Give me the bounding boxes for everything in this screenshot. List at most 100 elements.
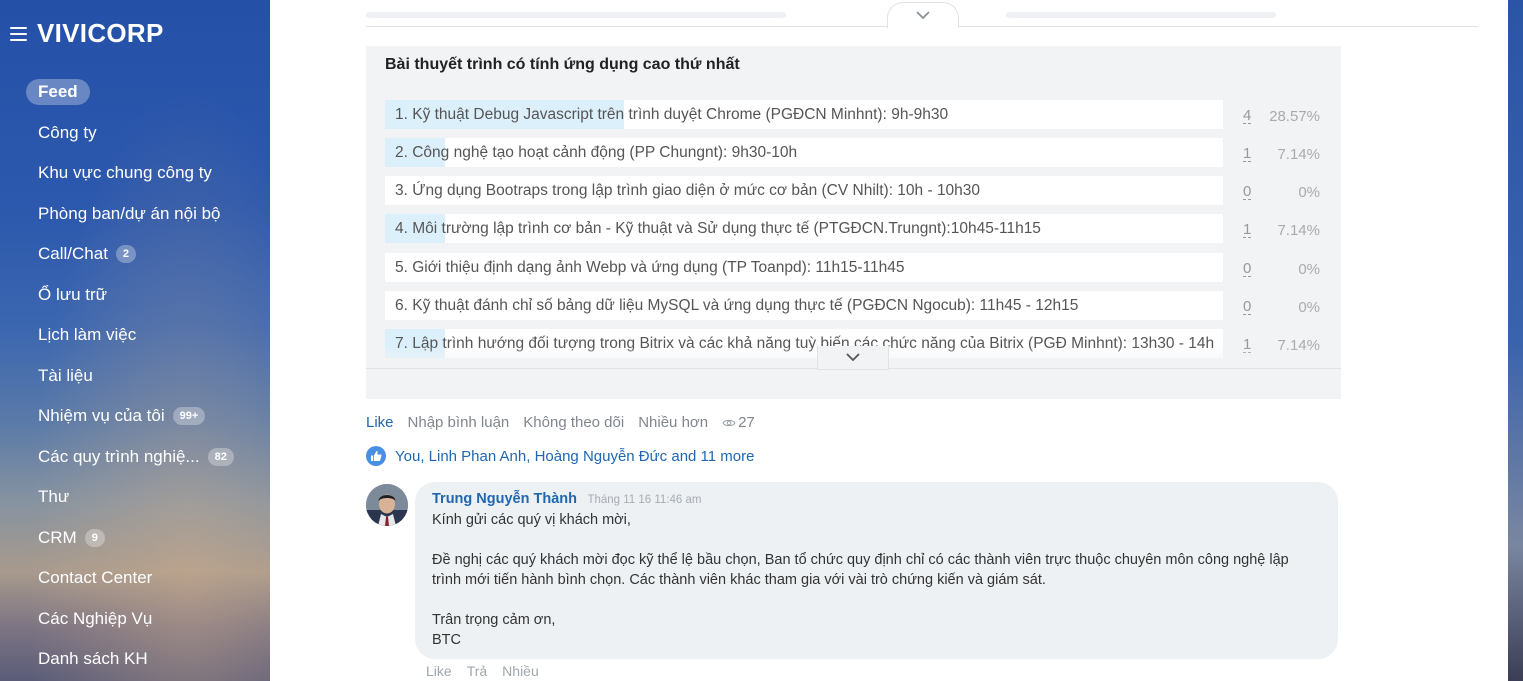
poll-option-bar[interactable]: 1. Kỹ thuật Debug Javascript trên trình … bbox=[385, 100, 1223, 129]
poll-option-bar[interactable]: 7. Lập trình hướng đối tượng trong Bitri… bbox=[385, 329, 1223, 358]
sidebar-item[interactable]: Lịch làm việc bbox=[0, 315, 270, 356]
comment-line: Đề nghị các quý khách mời đọc kỹ thể lệ … bbox=[432, 552, 1289, 568]
poll-option-percent: 28.57% bbox=[1269, 108, 1320, 125]
poll-option-percent: 0% bbox=[1298, 299, 1320, 316]
poll-option-bar[interactable]: 4. Môi trường lập trình cơ bản - Kỹ thuậ… bbox=[385, 214, 1223, 243]
poll-option-count[interactable]: 1 bbox=[1243, 222, 1252, 238]
count-badge: 9 bbox=[84, 528, 105, 547]
thumbs-up-icon bbox=[366, 446, 386, 466]
comment-line: Kính gửi các quý vị khách mời, bbox=[432, 512, 631, 528]
comment-like-button[interactable]: Like bbox=[426, 663, 452, 681]
comment-bubble: Trung Nguyễn Thành Tháng 11 16 11:46 am … bbox=[415, 482, 1338, 659]
poll-option-text: 6. Kỹ thuật đánh chỉ số bảng dữ liệu MyS… bbox=[395, 297, 1079, 314]
expand-post-button[interactable] bbox=[887, 2, 959, 28]
poll-option-text: 1. Kỹ thuật Debug Javascript trên trình … bbox=[395, 106, 949, 123]
poll-option-count[interactable]: 0 bbox=[1243, 261, 1252, 277]
poll-option-count[interactable]: 4 bbox=[1243, 108, 1252, 124]
comment-more-button[interactable]: Nhiều hơn bbox=[502, 663, 539, 681]
sidebar-item-label: Lịch làm việc bbox=[38, 325, 137, 345]
sidebar-item[interactable]: Công ty bbox=[0, 113, 270, 154]
poll-option: 6. Kỹ thuật đánh chỉ số bảng dữ liệu MyS… bbox=[385, 291, 1341, 320]
sidebar-menu: Feed Công ty Khu vực chung công ty Phòng ba… bbox=[0, 72, 270, 680]
sidebar-item-label: Thư bbox=[38, 487, 70, 507]
poll-option-text: 2. Công nghệ tạo hoạt cảnh động (PP Chun… bbox=[395, 144, 798, 161]
poll-option: 1. Kỹ thuật Debug Javascript trên trình … bbox=[385, 100, 1341, 129]
sidebar-item[interactable]: CRM 9 bbox=[0, 518, 270, 559]
sidebar-item-label: CRM bbox=[38, 527, 77, 547]
sidebar-item[interactable]: Các Nghiệp Vụ bbox=[0, 599, 270, 640]
poll-option-text: 5. Giới thiệu định dạng ảnh Webp và ứng … bbox=[395, 259, 905, 276]
sidebar-item[interactable]: Khu vực chung công ty bbox=[0, 153, 270, 194]
comment-line: Trân trọng cảm ơn, bbox=[432, 612, 556, 628]
poll-option-percent: 0% bbox=[1298, 184, 1320, 201]
poll-option-count[interactable]: 0 bbox=[1243, 184, 1252, 200]
comment-reply-button[interactable]: Trả lời bbox=[467, 663, 487, 681]
poll-option: 3. Ứng dụng Bootraps trong lập trình gia… bbox=[385, 176, 1341, 205]
comment-line bbox=[432, 590, 1321, 610]
count-badge: 99+ bbox=[172, 407, 206, 426]
brand-name[interactable]: VIVICORP bbox=[37, 18, 164, 49]
sidebar-item[interactable]: Phòng ban/dự án nội bộ bbox=[0, 194, 270, 235]
sidebar-item[interactable]: Các quy trình nghiệ... 82 bbox=[0, 437, 270, 478]
sidebar: VIVICORP Feed Công ty Khu vực chung công t… bbox=[0, 0, 270, 681]
likes-text[interactable]: You, Linh Phan Anh, Hoàng Nguyễn Đức and… bbox=[395, 448, 754, 465]
sidebar-item[interactable]: Thư bbox=[0, 477, 270, 518]
poll-options: 1. Kỹ thuật Debug Javascript trên trình … bbox=[385, 100, 1341, 363]
brand: VIVICORP bbox=[10, 18, 164, 49]
poll-title: Bài thuyết trình có tính ứng dụng cao th… bbox=[385, 56, 740, 73]
comment-body: Kính gửi các quý vị khách mời, Đề nghị cá… bbox=[432, 510, 1321, 650]
poll-option-count[interactable]: 0 bbox=[1243, 299, 1252, 315]
sidebar-item-label: Danh sách KH bbox=[38, 649, 148, 669]
sidebar-item-label: Các Nghiệp Vụ bbox=[38, 608, 153, 628]
comment-line: BTC bbox=[432, 632, 461, 648]
poll-option-bar[interactable]: 5. Giới thiệu định dạng ảnh Webp và ứng … bbox=[385, 253, 1223, 282]
count-badge: 82 bbox=[207, 447, 234, 466]
poll-option-count[interactable]: 1 bbox=[1243, 146, 1252, 162]
comment-timestamp: Tháng 11 16 11:46 am bbox=[587, 494, 702, 506]
poll-option-bar[interactable]: 2. Công nghệ tạo hoạt cảnh động (PP Chun… bbox=[385, 138, 1223, 167]
sidebar-item[interactable]: Ổ lưu trữ bbox=[0, 275, 270, 316]
comment-line: trình mới tiến hành bình chọn. Các thành… bbox=[432, 572, 1046, 588]
sidebar-item-label: Phòng ban/dự án nội bộ bbox=[38, 203, 221, 223]
like-button[interactable]: Like bbox=[366, 414, 394, 431]
poll-option-percent: 7.14% bbox=[1277, 337, 1320, 354]
poll-option-percent: 7.14% bbox=[1277, 222, 1320, 239]
avatar[interactable] bbox=[366, 484, 408, 526]
sidebar-item-label: Ổ lưu trữ bbox=[38, 284, 108, 304]
view-count: 27 bbox=[738, 414, 755, 431]
poll-block: Bài thuyết trình có tính ứng dụng cao th… bbox=[366, 46, 1341, 399]
unfollow-button[interactable]: Không theo dõi bbox=[523, 414, 624, 431]
background-strip bbox=[1508, 0, 1523, 681]
sidebar-item-label: Công ty bbox=[38, 122, 97, 142]
view-counter: 27 bbox=[722, 414, 755, 431]
poll-option-percent: 0% bbox=[1298, 261, 1320, 278]
comment-actions: Like Trả lời Nhiều hơn bbox=[426, 663, 554, 681]
likes-summary[interactable]: You, Linh Phan Anh, Hoàng Nguyễn Đức and… bbox=[366, 446, 754, 466]
more-button[interactable]: Nhiều hơn bbox=[638, 414, 708, 431]
sidebar-item[interactable]: Call/Chat 2 bbox=[0, 234, 270, 275]
sidebar-item[interactable]: Feed bbox=[0, 72, 270, 113]
count-badge: 2 bbox=[115, 245, 137, 264]
sidebar-item[interactable]: Nhiệm vụ của tôi 99+ bbox=[0, 396, 270, 437]
main-content: Bài thuyết trình có tính ứng dụng cao th… bbox=[270, 0, 1508, 681]
eye-icon bbox=[722, 419, 736, 426]
poll-option-bar[interactable]: 6. Kỹ thuật đánh chỉ số bảng dữ liệu MyS… bbox=[385, 291, 1223, 320]
poll-option-count[interactable]: 1 bbox=[1243, 337, 1252, 353]
poll-option-text: 7. Lập trình hướng đối tượng trong Bitri… bbox=[395, 335, 1215, 352]
sidebar-item-label: Nhiệm vụ của tôi bbox=[38, 406, 165, 426]
sidebar-item[interactable]: Tài liệu bbox=[0, 356, 270, 397]
comment-button[interactable]: Nhập bình luận bbox=[408, 414, 510, 431]
poll-option-percent: 7.14% bbox=[1277, 146, 1320, 163]
poll-option: 5. Giới thiệu định dạng ảnh Webp và ứng … bbox=[385, 253, 1341, 282]
comment-author[interactable]: Trung Nguyễn Thành bbox=[432, 491, 577, 507]
sidebar-item[interactable]: Danh sách KH bbox=[0, 639, 270, 680]
post-actions: Like Nhập bình luận Không theo dõi Nhiều… bbox=[366, 414, 755, 431]
sidebar-item-label: Feed bbox=[26, 79, 90, 106]
expand-poll-button[interactable] bbox=[817, 346, 889, 370]
sidebar-item[interactable]: Contact Center bbox=[0, 558, 270, 599]
hamburger-menu-icon[interactable] bbox=[10, 26, 27, 41]
sidebar-item-label: Tài liệu bbox=[38, 365, 93, 385]
poll-option: 4. Môi trường lập trình cơ bản - Kỹ thuậ… bbox=[385, 214, 1341, 243]
poll-option-bar[interactable]: 3. Ứng dụng Bootraps trong lập trình gia… bbox=[385, 176, 1223, 205]
comment-line bbox=[432, 530, 1321, 550]
